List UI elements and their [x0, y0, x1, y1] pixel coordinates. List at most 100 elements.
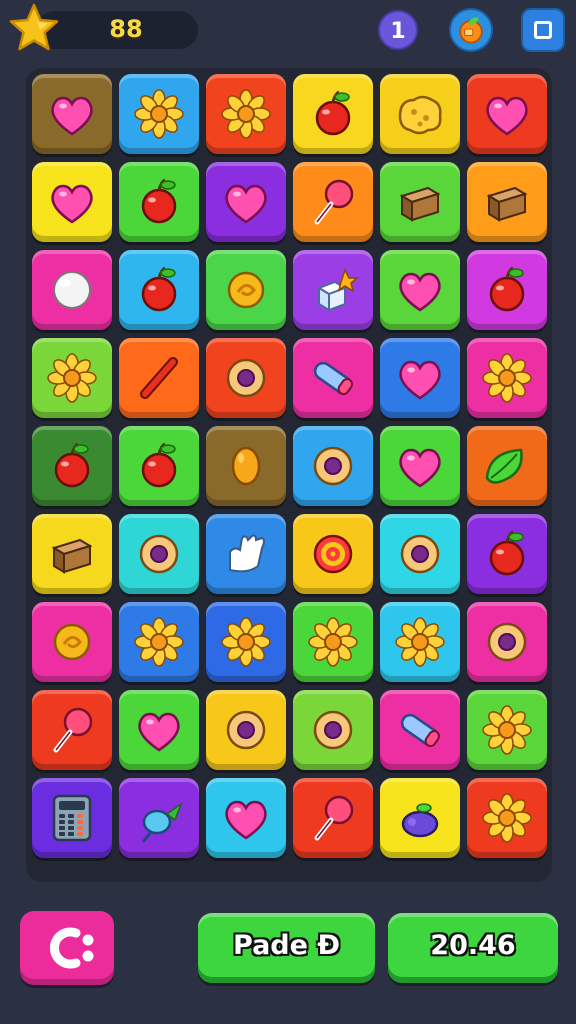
tile-r7-c4[interactable] — [293, 602, 373, 682]
tile-r9-c1[interactable] — [32, 778, 112, 858]
tile-r3-c2[interactable] — [119, 250, 199, 330]
cookie-icon — [398, 95, 442, 135]
tile-r5-c3[interactable] — [206, 426, 286, 506]
tile-r5-c4[interactable] — [293, 426, 373, 506]
heart-icon — [51, 184, 93, 224]
tile-r8-c6[interactable] — [467, 690, 547, 770]
tile-r4-c4[interactable] — [293, 338, 373, 418]
tile-r4-c2[interactable] — [119, 338, 199, 418]
tile-r7-c2[interactable] — [119, 602, 199, 682]
level-badge[interactable]: 1 — [378, 10, 418, 50]
tile-r9-c2[interactable] — [119, 778, 199, 858]
flower-icon — [482, 353, 532, 403]
tile-r7-c5[interactable] — [380, 602, 460, 682]
tile-r3-c1[interactable] — [32, 250, 112, 330]
tile-r3-c3[interactable] — [206, 250, 286, 330]
tile-r5-c5[interactable] — [380, 426, 460, 506]
tile-r2-c1[interactable] — [32, 162, 112, 242]
tile-r3-c5[interactable] — [380, 250, 460, 330]
apple-icon — [489, 530, 525, 576]
flower-icon — [221, 89, 271, 139]
tile-r3-c6[interactable] — [467, 250, 547, 330]
tile-r8-c1[interactable] — [32, 690, 112, 770]
flower-icon — [482, 793, 532, 843]
tile-r9-c6[interactable] — [467, 778, 547, 858]
pade-button[interactable]: Pade Ð — [198, 913, 375, 983]
tile-r6-c3[interactable] — [206, 514, 286, 594]
tile-r8-c5[interactable] — [380, 690, 460, 770]
heart-icon — [225, 800, 267, 840]
tile-r6-c6[interactable] — [467, 514, 547, 594]
heart-icon — [51, 96, 93, 136]
tile-r9-c4[interactable] — [293, 778, 373, 858]
tile-r4-c1[interactable] — [32, 338, 112, 418]
heart-icon — [399, 448, 441, 488]
lollipop-icon — [314, 795, 354, 841]
tile-r1-c3[interactable] — [206, 74, 286, 154]
tile-r6-c5[interactable] — [380, 514, 460, 594]
cube-icon — [316, 268, 360, 312]
star-icon — [9, 3, 59, 51]
tile-r9-c5[interactable] — [380, 778, 460, 858]
tile-r8-c3[interactable] — [206, 690, 286, 770]
tile-r1-c6[interactable] — [467, 74, 547, 154]
glove-icon — [229, 534, 265, 573]
tile-r6-c1[interactable] — [32, 514, 112, 594]
flower-icon — [482, 705, 532, 755]
tile-r8-c4[interactable] — [293, 690, 373, 770]
heart-icon — [486, 96, 528, 136]
menu-button[interactable] — [521, 8, 565, 52]
tile-r7-c3[interactable] — [206, 602, 286, 682]
tile-r6-c2[interactable] — [119, 514, 199, 594]
tile-r8-c2[interactable] — [119, 690, 199, 770]
tile-r3-c4[interactable] — [293, 250, 373, 330]
target-icon — [313, 534, 353, 574]
tile-r1-c1[interactable] — [32, 74, 112, 154]
tile-r2-c3[interactable] — [206, 162, 286, 242]
box-icon — [51, 538, 93, 574]
flower-icon — [221, 617, 271, 667]
candy-icon — [53, 623, 91, 661]
tile-r2-c4[interactable] — [293, 162, 373, 242]
donut-icon — [313, 446, 353, 486]
apple-icon — [141, 178, 177, 224]
tile-r4-c5[interactable] — [380, 338, 460, 418]
tile-r1-c5[interactable] — [380, 74, 460, 154]
apple-icon — [141, 442, 177, 488]
donut-icon — [487, 622, 527, 662]
tile-r1-c2[interactable] — [119, 74, 199, 154]
donut-icon — [226, 710, 266, 750]
game-board — [26, 68, 552, 882]
tile-r2-c6[interactable] — [467, 162, 547, 242]
flower-icon — [134, 617, 184, 667]
grape-icon — [401, 803, 439, 838]
heart-icon — [399, 272, 441, 312]
lemon-icon — [231, 446, 261, 486]
apple-icon — [141, 266, 177, 312]
box-icon — [399, 186, 441, 222]
timer-button[interactable]: 20.46 — [388, 913, 558, 983]
tile-r7-c6[interactable] — [467, 602, 547, 682]
box-icon — [486, 186, 528, 222]
tile-r9-c3[interactable] — [206, 778, 286, 858]
tile-r7-c1[interactable] — [32, 602, 112, 682]
tile-r1-c4[interactable] — [293, 74, 373, 154]
apple-icon — [489, 266, 525, 312]
fruit-booster-icon — [459, 17, 483, 44]
apple-icon — [315, 90, 351, 136]
booster-button[interactable] — [449, 8, 493, 52]
candy-icon — [227, 271, 265, 309]
tile-r2-c2[interactable] — [119, 162, 199, 242]
tile-r2-c5[interactable] — [380, 162, 460, 242]
undo-button[interactable] — [20, 911, 114, 985]
donut-icon — [400, 534, 440, 574]
tile-r6-c4[interactable] — [293, 514, 373, 594]
tile-r5-c1[interactable] — [32, 426, 112, 506]
tile-r5-c2[interactable] — [119, 426, 199, 506]
apple-icon — [54, 442, 90, 488]
tile-r4-c6[interactable] — [467, 338, 547, 418]
flower-icon — [308, 617, 358, 667]
tile-r5-c6[interactable] — [467, 426, 547, 506]
tile-r4-c3[interactable] — [206, 338, 286, 418]
heart-icon — [225, 184, 267, 224]
